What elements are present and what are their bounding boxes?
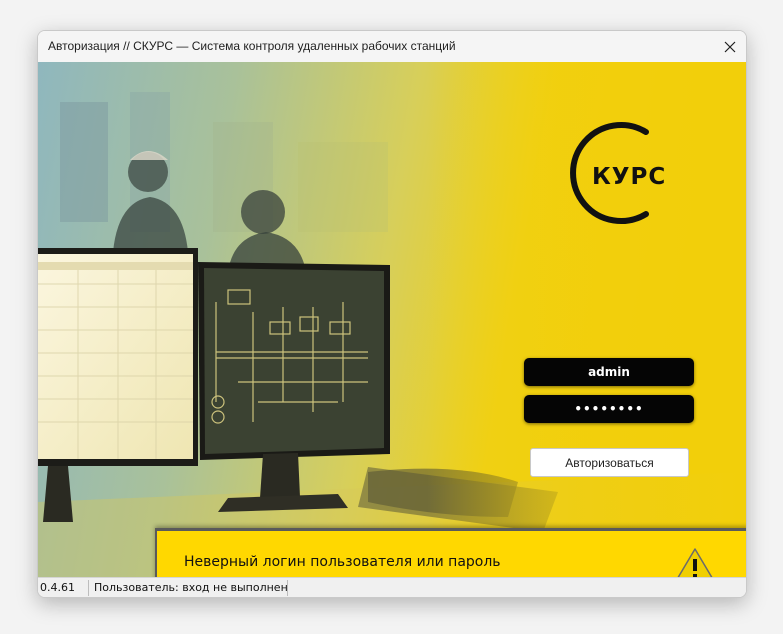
status-bar: 0.4.61 Пользователь: вход не выполнен xyxy=(38,577,746,597)
close-button[interactable] xyxy=(714,31,746,62)
error-message: Неверный логин пользователя или пароль xyxy=(184,554,501,570)
status-divider xyxy=(287,580,288,596)
logo-text: КУРС xyxy=(592,164,666,190)
username-field[interactable] xyxy=(524,358,694,386)
login-window: Авторизация // СКУРС — Система контроля … xyxy=(37,30,747,598)
skurs-logo: КУРС xyxy=(570,122,666,224)
password-field[interactable] xyxy=(524,395,694,423)
window-title: Авторизация // СКУРС — Система контроля … xyxy=(48,39,456,53)
login-button[interactable]: Авторизоваться xyxy=(530,448,689,477)
user-status: Пользователь: вход не выполнен xyxy=(94,581,288,594)
version-label: 0.4.61 xyxy=(40,581,75,594)
title-bar[interactable]: Авторизация // СКУРС — Система контроля … xyxy=(38,31,746,63)
error-banner: Неверный логин пользователя или пароль xyxy=(155,528,746,577)
status-divider xyxy=(88,580,89,596)
warning-icon xyxy=(677,548,713,577)
close-icon xyxy=(724,41,736,52)
login-content: КУРС Авторизоваться Неверный логин польз… xyxy=(38,62,746,577)
